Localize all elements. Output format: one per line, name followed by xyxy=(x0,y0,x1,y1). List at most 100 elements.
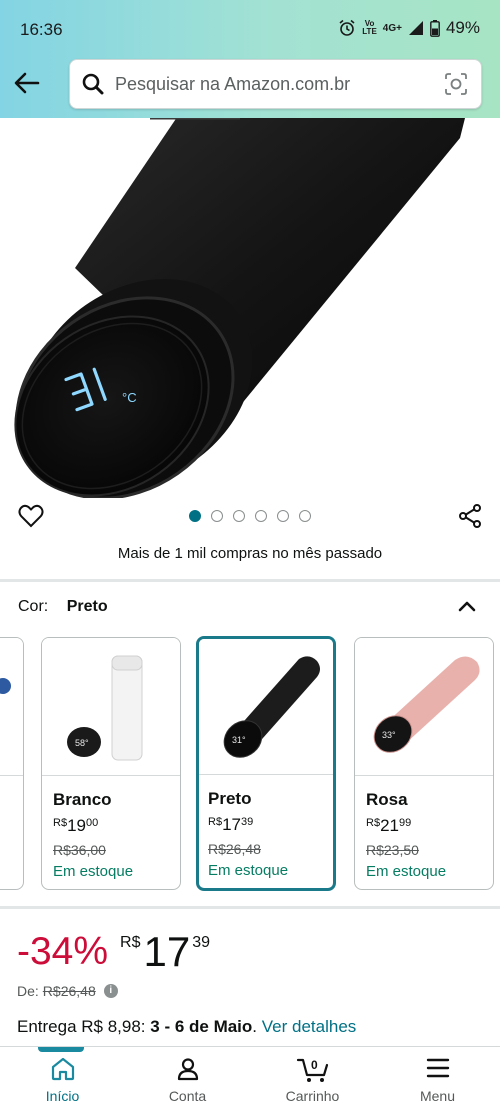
pink-bottle-thumb: 33° xyxy=(373,656,480,753)
price-currency: R$ xyxy=(120,934,141,951)
hamburger-menu-icon xyxy=(426,1058,449,1078)
price-whole: 19 xyxy=(67,816,86,835)
current-price: R$ 17 39 xyxy=(120,928,210,976)
price-block: -34% R$ 17 39 xyxy=(17,928,210,978)
battery-icon xyxy=(430,19,440,37)
status-icons: Vo LTE 4G+ 49% xyxy=(338,18,480,38)
battery-percent: 49% xyxy=(445,18,480,37)
image-actions xyxy=(0,500,500,534)
option-name: Branco xyxy=(53,790,112,809)
color-swatches: 58° Branco R$1900 R$36,00 Em estoque 31°… xyxy=(0,636,500,892)
share-icon[interactable] xyxy=(458,504,482,528)
nav-cart-label: Carrinho xyxy=(285,1088,340,1104)
thumb-display: 33° xyxy=(382,730,396,740)
price-whole: 21 xyxy=(380,816,399,835)
search-input[interactable]: Pesquisar na Amazon.com.br xyxy=(115,74,350,95)
thermos-bottle-image: °C xyxy=(14,118,465,498)
wishlist-heart-icon[interactable] xyxy=(18,504,44,528)
purchases-count: Mais de 1 mil compras no mês passado xyxy=(117,545,383,562)
camera-scan-icon[interactable] xyxy=(444,72,468,96)
option-name: Rosa xyxy=(366,790,408,809)
user-icon xyxy=(177,1058,198,1081)
swatch-image xyxy=(0,638,23,776)
option-old-price: R$23,50 xyxy=(366,842,419,858)
app-header: 16:36 Vo LTE 4G+ 49% Pesquisar na Amazon… xyxy=(0,0,500,118)
product-image[interactable]: °C xyxy=(0,118,500,498)
nav-menu-label: Menu xyxy=(419,1088,456,1104)
price-whole: 17 xyxy=(222,815,241,834)
option-price: R$2199 xyxy=(366,816,411,836)
color-option-branco[interactable]: 58° Branco R$1900 R$36,00 Em estoque xyxy=(41,637,181,890)
chevron-up-icon[interactable] xyxy=(456,596,478,618)
delivery-info: Entrega R$ 8,98: 3 - 6 de Maio. Ver deta… xyxy=(17,1017,356,1037)
nav-cart[interactable]: 0 Carrinho xyxy=(250,1047,375,1111)
info-icon[interactable]: i xyxy=(103,984,118,998)
volte-indicator: Vo LTE xyxy=(362,20,377,36)
price-currency: R$ xyxy=(366,817,381,829)
status-time: 16:36 xyxy=(20,20,63,39)
option-price: R$1900 xyxy=(53,816,98,836)
volte-line2: LTE xyxy=(362,27,377,36)
white-bottle-thumb: 58° xyxy=(67,655,143,761)
delivery-details-link[interactable]: Ver detalhes xyxy=(262,1017,357,1036)
price-cents: 39 xyxy=(192,934,211,951)
nav-account[interactable]: Conta xyxy=(125,1047,250,1111)
delivery-separator: . xyxy=(252,1017,258,1036)
carousel-dot-5[interactable] xyxy=(277,510,289,522)
thumb-display: 58° xyxy=(75,738,89,748)
carousel-dots xyxy=(189,510,311,522)
cart-icon: 0 xyxy=(296,1058,328,1082)
option-stock: Em estoque xyxy=(208,862,289,879)
section-divider xyxy=(0,906,500,909)
price-cents: 99 xyxy=(398,817,412,829)
signal-icon xyxy=(408,21,423,35)
carousel-dot-4[interactable] xyxy=(255,510,267,522)
search-icon xyxy=(82,73,104,95)
nav-home-label: Início xyxy=(45,1088,80,1104)
price-cents: 00 xyxy=(85,817,99,829)
alarm-icon xyxy=(339,19,355,36)
option-price: R$1739 xyxy=(208,815,253,835)
carousel-dot-3[interactable] xyxy=(233,510,245,522)
nav-account-label: Conta xyxy=(168,1088,207,1104)
discount-percent: -34% xyxy=(17,930,109,973)
swatch-image: 33° xyxy=(355,638,493,776)
nav-home[interactable]: Início xyxy=(0,1047,125,1111)
status-bar: 16:36 Vo LTE 4G+ 49% xyxy=(0,0,500,58)
option-old-price: R$36,00 xyxy=(53,842,106,858)
network-type: 4G+ xyxy=(382,22,402,34)
color-option-rosa[interactable]: 33° Rosa R$2199 R$23,50 Em estoque xyxy=(354,637,494,890)
option-stock: Em estoque xyxy=(53,863,134,880)
color-option-partial[interactable] xyxy=(0,637,24,890)
black-bottle-thumb: 31° xyxy=(223,656,320,758)
nav-menu[interactable]: Menu xyxy=(375,1047,500,1111)
option-name: Preto xyxy=(208,789,252,808)
temperature-unit: °C xyxy=(122,390,137,405)
bottle-thumb xyxy=(0,678,11,694)
delivery-dates: 3 - 6 de Maio xyxy=(150,1017,253,1036)
back-button[interactable] xyxy=(10,66,44,100)
list-price-value: R$26,48 xyxy=(42,983,96,999)
swatch-image: 58° xyxy=(42,638,180,776)
list-price-label: De: xyxy=(17,983,39,999)
search-bar[interactable]: Pesquisar na Amazon.com.br xyxy=(69,59,482,109)
price-whole: 17 xyxy=(143,928,191,975)
price-currency: R$ xyxy=(208,816,223,828)
option-old-price: R$26,48 xyxy=(208,841,261,857)
delivery-fee: Entrega R$ 8,98: xyxy=(17,1017,151,1036)
arrow-left-icon xyxy=(14,72,40,94)
list-price: De: R$26,48 i xyxy=(17,983,118,999)
price-currency: R$ xyxy=(53,817,68,829)
carousel-dot-1[interactable] xyxy=(189,510,201,522)
carousel-dot-6[interactable] xyxy=(299,510,311,522)
price-cents: 39 xyxy=(240,816,254,828)
section-divider xyxy=(0,579,500,582)
cart-count-badge: 0 xyxy=(311,1058,318,1072)
home-icon xyxy=(51,1057,74,1081)
carousel-dot-2[interactable] xyxy=(211,510,223,522)
bottom-navigation: Início Conta 0 Carrinho Menu xyxy=(0,1046,500,1111)
swatch-image: 31° xyxy=(199,639,333,775)
color-selected-value: Preto xyxy=(66,598,108,615)
color-option-preto[interactable]: 31° Preto R$1739 R$26,48 Em estoque xyxy=(196,636,336,891)
color-selector-header: Cor: Preto xyxy=(18,598,108,616)
